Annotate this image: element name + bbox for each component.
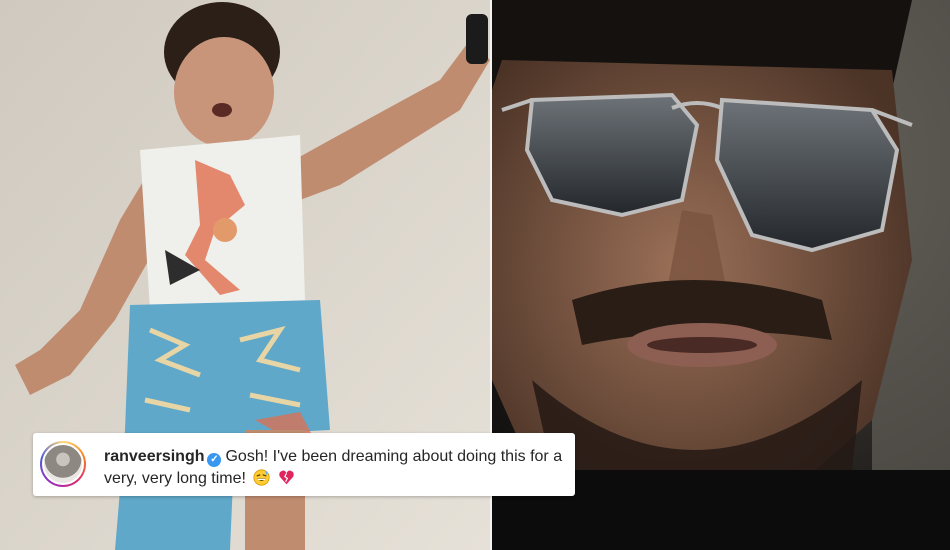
avatar	[42, 443, 84, 485]
broken-heart-emoji-icon	[279, 470, 294, 485]
avatar-story-ring[interactable]	[40, 441, 86, 487]
instagram-comment-card: ranveersingh ✓ Gosh! I've been dreaming ab…	[33, 433, 575, 496]
comment-text-block: ranveersingh ✓ Gosh! I've been dreaming ab…	[104, 446, 564, 490]
grinning-sweat-emoji-icon	[253, 469, 270, 486]
comment-username[interactable]: ranveersingh	[104, 448, 204, 465]
verified-badge-icon: ✓	[207, 453, 222, 467]
